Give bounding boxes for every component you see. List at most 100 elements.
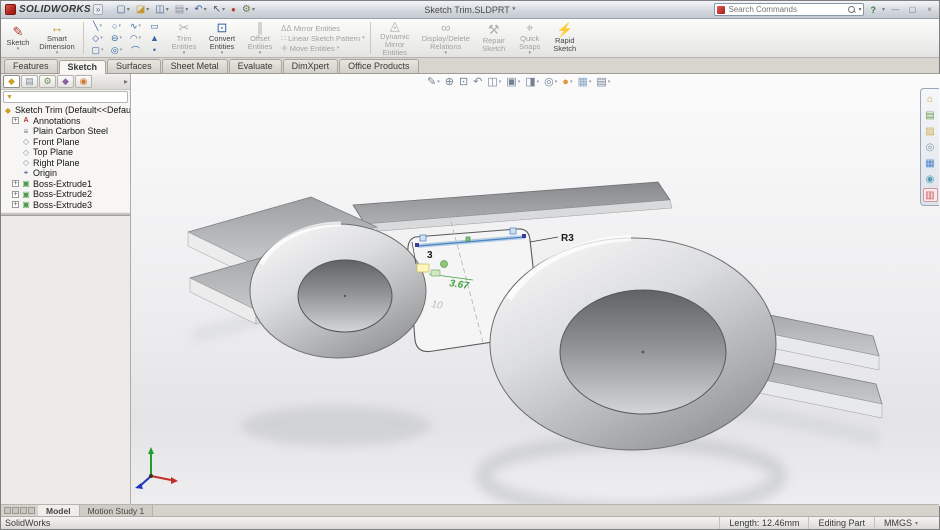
configuration-manager-tab[interactable]: ⚙	[39, 75, 56, 88]
tab-evaluate[interactable]: Evaluate	[228, 59, 282, 73]
expander-icon[interactable]: +	[12, 117, 19, 125]
sketch-button[interactable]: ✎ Sketch ▾	[3, 19, 33, 57]
convert-entities-button[interactable]: ⊡ Convert Entities ▾	[202, 19, 242, 57]
relation-box-right[interactable]	[509, 227, 517, 235]
centerpoint-rectangle-tool[interactable]: ▢ ▾	[88, 45, 107, 56]
tab-motion-study[interactable]: Motion Study 1	[79, 505, 154, 516]
tree-item-annotations[interactable]: + A Annotations	[3, 116, 130, 127]
rebuild-button[interactable]: ●	[228, 2, 239, 17]
arc-tool[interactable]: ◠ ▾	[126, 33, 145, 44]
display-manager-tab[interactable]: ◉	[75, 75, 92, 88]
tree-item-material[interactable]: ≡ Plain Carbon Steel	[3, 126, 130, 137]
centerpoint-arc-tool[interactable]: ◎ ▾	[107, 45, 126, 56]
move-entities-button[interactable]: ✛ Move Entities ▾	[281, 44, 365, 53]
sheet-nav-first-button[interactable]	[4, 507, 11, 514]
midpoint-marker[interactable]	[465, 236, 471, 242]
rapid-sketch-button[interactable]: ⚡ Rapid Sketch	[547, 19, 583, 57]
expander-icon[interactable]: +	[12, 180, 19, 188]
resize-grip[interactable]	[927, 517, 939, 529]
rectangle-tool[interactable]: ▭	[145, 21, 164, 32]
relation-box-left[interactable]	[419, 234, 427, 242]
open-document-button[interactable]: ◪ ▾	[133, 2, 152, 17]
new-document-button[interactable]: ▢ ▾	[113, 2, 132, 17]
options-button[interactable]: ⚙ ▾	[239, 2, 258, 17]
view-orientation-button[interactable]: ▣ ▾	[506, 75, 520, 88]
sketch-fillet-tool[interactable]: ▲	[145, 33, 164, 43]
tree-item-front-plane[interactable]: ◇ Front Plane	[3, 137, 130, 148]
section-view-button[interactable]: ◫ ▾	[487, 75, 501, 88]
expander-icon[interactable]: +	[12, 190, 19, 198]
repair-sketch-button[interactable]: ⚒ Repair Sketch	[475, 19, 513, 57]
dimxpert-manager-tab[interactable]: ◆	[57, 75, 74, 88]
slot-tool[interactable]: ⊖ ▾	[107, 33, 126, 44]
view-settings-button[interactable]: ▤ ▾	[596, 75, 610, 88]
circle-tool[interactable]: ○ ▾	[107, 21, 126, 31]
display-style-button[interactable]: ◨ ▾	[525, 75, 539, 88]
tab-surfaces[interactable]: Surfaces	[107, 59, 161, 73]
endpoint-right[interactable]	[522, 234, 526, 238]
sheet-nav-prev-button[interactable]	[12, 507, 19, 514]
line-tool[interactable]: ╲ ▾	[88, 21, 107, 32]
tab-model[interactable]: Model	[38, 505, 80, 516]
appearances-scenes-button[interactable]: ◉	[923, 172, 938, 186]
tree-item-origin[interactable]: ⌖ Origin	[3, 168, 130, 179]
sheet-nav-last-button[interactable]	[28, 507, 35, 514]
search-results-button[interactable]: ◎	[923, 140, 938, 154]
expander-icon[interactable]: +	[12, 201, 19, 209]
hide-show-items-button[interactable]: ◎ ▾	[544, 75, 557, 88]
tab-sketch[interactable]: Sketch	[58, 60, 107, 74]
minimize-button[interactable]: —	[889, 5, 902, 14]
tree-filter-box[interactable]: ▼	[3, 91, 128, 103]
zoom-to-fit-button[interactable]: ⊕	[445, 75, 454, 88]
tab-dimxpert[interactable]: DimXpert	[282, 59, 339, 73]
panel-collapse-arrow-icon[interactable]: ▸	[124, 77, 128, 86]
feature-manager-tab[interactable]: ◆	[3, 75, 20, 88]
linear-sketch-pattern-button[interactable]: ∷ Linear Sketch Pattern ▾	[281, 34, 365, 43]
tree-root[interactable]: ◆ Sketch Trim (Default<<Default>_	[3, 105, 130, 116]
sketch-tool-button[interactable]: ✎ ▾	[427, 75, 440, 88]
apply-scene-button[interactable]: ▦ ▾	[577, 75, 591, 88]
search-input[interactable]	[728, 5, 848, 14]
undo-button[interactable]: ↶ ▾	[191, 2, 209, 17]
tangent-arc-tool[interactable]: ⌒	[126, 44, 145, 57]
units-selector[interactable]: MMGS ▾	[873, 517, 927, 529]
custom-properties-button[interactable]: ▥	[922, 188, 938, 202]
polygon-tool[interactable]: ◇ ▾	[88, 33, 107, 44]
display-delete-relations-button[interactable]: ∞ Display/Delete Relations ▾	[417, 19, 475, 57]
spline-tool[interactable]: ∿ ▾	[126, 21, 145, 32]
previous-view-button[interactable]: ↶	[473, 75, 482, 88]
select-button[interactable]: ↖ ▾	[210, 2, 228, 17]
tab-office-products[interactable]: Office Products	[339, 59, 419, 73]
tree-item-top-plane[interactable]: ◇ Top Plane	[3, 147, 130, 158]
tab-sheet-metal[interactable]: Sheet Metal	[161, 59, 228, 73]
solidworks-resources-button[interactable]: ⌂	[923, 92, 938, 106]
save-document-button[interactable]: ◫ ▾	[152, 2, 171, 17]
file-explorer-button[interactable]: ▨	[923, 124, 938, 138]
dropdown-icon[interactable]: ▾	[858, 6, 861, 13]
search-commands-box[interactable]: ▾	[714, 3, 865, 16]
property-manager-tab[interactable]: ▤	[21, 75, 38, 88]
print-document-button[interactable]: ▤ ▾	[172, 2, 191, 17]
filter-input[interactable]	[14, 92, 125, 102]
offset-entities-button[interactable]: ∥ Offset Entities ▾	[242, 19, 278, 57]
dimension-3[interactable]: 3	[427, 250, 433, 261]
viewport-canvas[interactable]: 3 R3 3.67 10	[131, 74, 940, 506]
graphics-viewport[interactable]: 3 R3 3.67 10 ✎ ▾ ⊕ ⊡ ↶ ◫ ▾ ▣ ▾ ◨ ▾ ◎ ▾ ●…	[131, 74, 940, 506]
sheet-nav-next-button[interactable]	[20, 507, 27, 514]
restore-button[interactable]: ▢	[906, 5, 919, 14]
endpoint-left[interactable]	[415, 243, 419, 247]
edit-appearance-button[interactable]: ● ▾	[562, 76, 572, 88]
close-button[interactable]: ×	[923, 5, 936, 14]
dynamic-mirror-button[interactable]: ◬ Dynamic Mirror Entities	[373, 19, 417, 57]
quick-snaps-button[interactable]: ⌖ Quick Snaps ▾	[513, 19, 547, 57]
menu-expand-icon[interactable]: »	[92, 4, 104, 15]
design-library-button[interactable]: ▤	[923, 108, 938, 122]
zoom-to-area-button[interactable]: ⊡	[459, 75, 468, 88]
dimension-10[interactable]: 10	[431, 299, 444, 312]
view-palette-button[interactable]: ▦	[923, 156, 938, 170]
mirror-entities-button[interactable]: ΔΔ Mirror Entities	[281, 24, 365, 33]
smart-dimension-button[interactable]: ↔ Smart Dimension ▾	[33, 19, 81, 57]
search-icon[interactable]	[847, 5, 856, 14]
point-tool[interactable]: •	[145, 45, 164, 55]
help-button[interactable]: ?	[868, 5, 878, 15]
